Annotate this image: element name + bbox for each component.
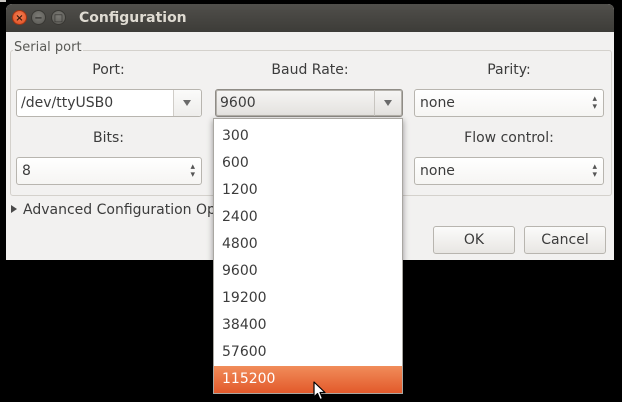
- title-bar[interactable]: × − □ Configuration: [6, 4, 614, 32]
- port-dropdown-button[interactable]: [173, 90, 201, 116]
- dropdown-option[interactable]: 38400: [214, 312, 402, 339]
- desktop-edge: [0, 0, 6, 2]
- port-value[interactable]: /dev/ttyUSB0: [21, 95, 113, 111]
- port-label: Port:: [92, 62, 125, 78]
- dropdown-option[interactable]: 57600: [214, 339, 402, 366]
- dropdown-option[interactable]: 4800: [214, 231, 402, 258]
- maximize-icon[interactable]: □: [51, 10, 66, 25]
- flow-control-combo[interactable]: none ▴ ▾: [414, 157, 604, 185]
- baud-rate-value: 9600: [220, 95, 256, 111]
- minimize-icon[interactable]: −: [31, 10, 46, 25]
- dropdown-option[interactable]: 300: [214, 123, 402, 150]
- advanced-configuration-label: Advanced Configuration Opt: [23, 202, 222, 218]
- dropdown-option[interactable]: 2400: [214, 204, 402, 231]
- mouse-pointer-icon: [313, 381, 326, 401]
- dropdown-option[interactable]: 600: [214, 150, 402, 177]
- updown-icon: ▴ ▾: [592, 162, 597, 180]
- updown-icon: ▴ ▾: [190, 162, 195, 180]
- advanced-configuration-expander[interactable]: Advanced Configuration Opt: [11, 202, 221, 218]
- port-combo[interactable]: /dev/ttyUSB0: [16, 89, 202, 117]
- triangle-right-icon: [11, 205, 17, 213]
- parity-label: Parity:: [487, 62, 531, 78]
- window-title: Configuration: [79, 10, 187, 26]
- baud-rate-dropdown-button[interactable]: [374, 90, 402, 116]
- bits-combo[interactable]: 8 ▴ ▾: [16, 157, 202, 185]
- bits-value: 8: [22, 163, 31, 179]
- bits-label: Bits:: [93, 130, 124, 146]
- flow-control-value: none: [420, 163, 455, 179]
- chevron-down-icon: [183, 100, 191, 106]
- flow-control-label: Flow control:: [464, 130, 554, 146]
- parity-value: none: [420, 95, 455, 111]
- dropdown-option[interactable]: 1200: [214, 177, 402, 204]
- baud-rate-dropdown-list[interactable]: 300 600 1200 2400 4800 9600 19200 38400 …: [213, 118, 403, 394]
- chevron-down-icon: [384, 100, 392, 106]
- baud-rate-label: Baud Rate:: [271, 62, 349, 78]
- ok-button[interactable]: OK: [433, 226, 515, 254]
- baud-rate-combo[interactable]: 9600: [215, 89, 403, 117]
- dropdown-option-highlighted[interactable]: 115200: [214, 366, 402, 393]
- updown-icon: ▴ ▾: [592, 94, 597, 112]
- parity-combo[interactable]: none ▴ ▾: [414, 89, 604, 117]
- dropdown-option[interactable]: 9600: [214, 258, 402, 285]
- close-icon[interactable]: ×: [12, 10, 27, 25]
- cancel-button[interactable]: Cancel: [524, 226, 606, 254]
- dropdown-option[interactable]: 19200: [214, 285, 402, 312]
- serial-port-group-label: Serial port: [13, 40, 83, 55]
